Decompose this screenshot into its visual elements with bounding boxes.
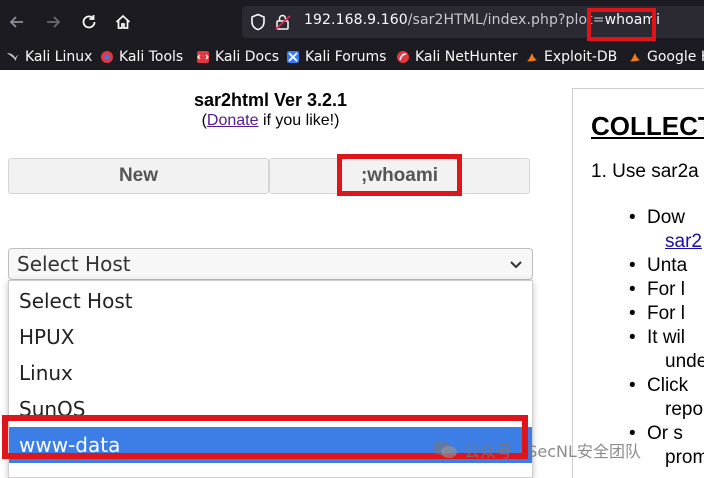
bookmark-exploit-db[interactable]: Exploit-DB xyxy=(525,44,617,70)
bullet-item: Click xyxy=(629,374,688,398)
reload-button[interactable] xyxy=(76,9,102,35)
home-icon xyxy=(115,14,131,29)
url-path: /sar2HTML/index.php?plot= xyxy=(407,12,605,28)
collect-heading: COLLECT xyxy=(591,111,704,141)
bullet-continuation: unde xyxy=(665,351,704,372)
wechat-icon xyxy=(433,441,457,458)
new-button[interactable]: New xyxy=(8,158,269,194)
back-button[interactable] xyxy=(4,9,30,35)
nethunter-icon xyxy=(396,50,410,64)
bullet-item: Unta xyxy=(629,254,687,278)
bookmark-kali-docs[interactable]: Kali Docs xyxy=(196,44,279,70)
bullet-item: Or s xyxy=(629,422,683,446)
forward-arrow-icon xyxy=(47,16,61,28)
bookmark-label: Kali NetHunter xyxy=(415,49,518,65)
home-button[interactable] xyxy=(110,9,136,35)
bookmark-label: Kali Linux xyxy=(25,49,93,65)
host-select[interactable]: Select Host xyxy=(8,248,533,280)
bookmark-label: Kali Docs xyxy=(215,49,280,65)
back-arrow-icon xyxy=(9,16,23,28)
kali-dragon-icon xyxy=(6,50,20,64)
bookmark-label: Kali Tools xyxy=(119,49,184,65)
page-title: sar2html Ver 3.2.1 xyxy=(193,90,348,110)
insecure-lock-icon xyxy=(275,14,291,30)
bookmarks-bar: Kali Linux Kali Tools Kali Docs Kali For… xyxy=(0,44,704,70)
forward-button[interactable] xyxy=(40,9,66,35)
shield-icon xyxy=(251,13,265,31)
google-hacking-icon xyxy=(628,50,642,64)
host-select-value: Select Host xyxy=(17,252,131,276)
option-select-host[interactable]: Select Host xyxy=(9,283,532,319)
kali-forums-icon xyxy=(286,50,300,64)
url-highlight-box xyxy=(587,8,656,41)
sar2-link[interactable]: sar2 xyxy=(665,230,702,254)
option-hpux[interactable]: HPUX xyxy=(9,319,532,355)
donate-line: (Donate if you like!) xyxy=(0,112,541,130)
kali-tools-icon xyxy=(100,50,114,64)
bookmark-kali-linux[interactable]: Kali Linux xyxy=(6,44,92,70)
bookmark-google-hacking[interactable]: Google H xyxy=(628,44,704,70)
step-1-text: 1. Use sar2a xyxy=(591,161,699,182)
bookmark-label: Google H xyxy=(647,49,704,65)
bullet-item: Dow xyxy=(629,206,685,230)
bullet-item: For l xyxy=(629,302,685,326)
kali-docs-icon xyxy=(196,50,210,64)
bookmark-label: Kali Forums xyxy=(305,49,387,65)
bullet-item: It wil xyxy=(629,326,685,350)
watermark: 公众号 · SecNL安全团队 xyxy=(432,436,641,464)
reload-icon xyxy=(82,15,96,29)
bookmark-kali-forums[interactable]: Kali Forums xyxy=(286,44,386,70)
bullet-continuation: prom xyxy=(665,447,704,468)
watermark-text: 公众号 · SecNL安全团队 xyxy=(464,442,641,461)
url-host: 192.168.9.160 xyxy=(304,12,408,28)
chevron-down-icon xyxy=(510,261,522,269)
exploitdb-icon xyxy=(525,50,539,64)
bookmark-kali-nethunter[interactable]: Kali NetHunter xyxy=(396,44,517,70)
collect-instructions-panel: COLLECT 1. Use sar2a Dow sar2 Unta For l… xyxy=(572,88,704,478)
donate-link[interactable]: Donate xyxy=(207,112,259,129)
bookmark-label: Exploit-DB xyxy=(544,49,618,65)
donate-suffix: if you like!) xyxy=(258,112,340,129)
bookmark-kali-tools[interactable]: Kali Tools xyxy=(100,44,183,70)
option-linux[interactable]: Linux xyxy=(9,355,532,391)
bullet-item: For l xyxy=(629,278,685,302)
bullet-continuation: repo xyxy=(665,399,704,420)
tab-highlight-box xyxy=(337,154,462,196)
